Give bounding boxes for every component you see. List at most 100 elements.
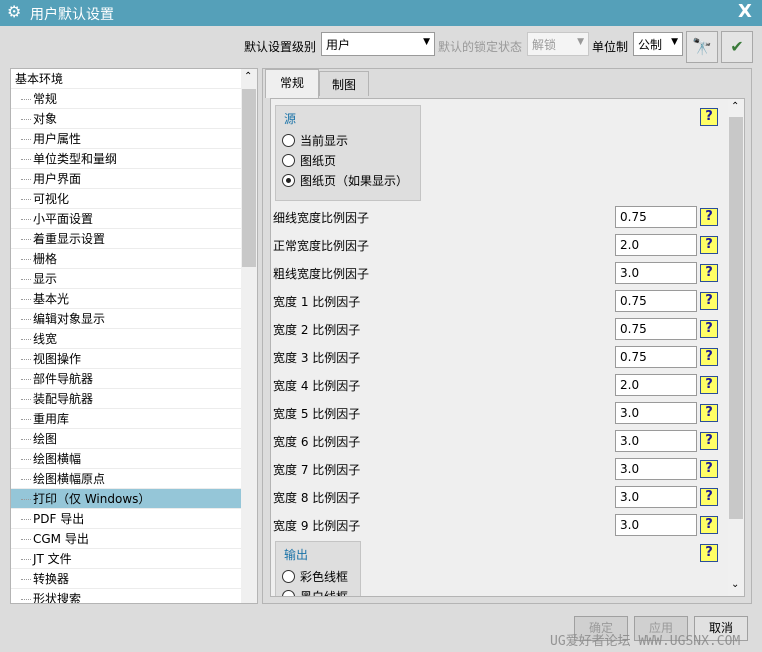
field-input[interactable]: 0.75	[615, 346, 697, 368]
setting-row: 宽度 9 比例因子 3.0	[273, 514, 723, 536]
scroll-down-icon[interactable]: ⌄	[731, 579, 739, 590]
tree-item[interactable]: 重用库	[11, 409, 241, 429]
help-icon[interactable]: ?	[700, 488, 718, 506]
radio-icon	[282, 174, 295, 187]
title-bar: ⚙ 用户默认设置 X	[0, 0, 762, 26]
help-icon[interactable]: ?	[700, 236, 718, 254]
tree-item[interactable]: 转换器	[11, 569, 241, 589]
field-input[interactable]: 3.0	[615, 430, 697, 452]
tree-item[interactable]: 绘图横幅原点	[11, 469, 241, 489]
window-title: 用户默认设置	[30, 7, 114, 23]
help-icon[interactable]: ?	[700, 460, 718, 478]
help-icon[interactable]: ?	[700, 348, 718, 366]
chevron-down-icon: ▼	[577, 37, 584, 47]
field-input[interactable]: 3.0	[615, 458, 697, 480]
field-input[interactable]: 0.75	[615, 206, 697, 228]
help-icon[interactable]: ?	[700, 108, 718, 126]
tree-item[interactable]: 着重显示设置	[11, 229, 241, 249]
field-input[interactable]: 3.0	[615, 486, 697, 508]
tree-item[interactable]: 用户属性	[11, 129, 241, 149]
tree-item[interactable]: 装配导航器	[11, 389, 241, 409]
tree-item[interactable]: 形状搜索	[11, 589, 241, 603]
category-tree: 基本环境 常规 对象 用户属性 单位类型和量纲 用户界面 可视化 小平面设置 着重显示设置 栅格显…	[10, 68, 258, 604]
field-input[interactable]: 3.0	[615, 514, 697, 536]
radio-label: 黑白线框	[300, 590, 349, 597]
unit-dropdown[interactable]: 公制 ▼	[633, 32, 683, 56]
field-input[interactable]: 3.0	[615, 262, 697, 284]
output-group: 输出 彩色线框 黑白线框	[275, 541, 361, 597]
lock-dropdown[interactable]: 解锁 ▼	[527, 32, 589, 56]
help-icon[interactable]: ?	[700, 404, 718, 422]
field-label: 宽度 4 比例因子	[273, 379, 361, 393]
tree-item[interactable]: 栅格	[11, 249, 241, 269]
field-label: 宽度 3 比例因子	[273, 351, 361, 365]
source-radio[interactable]: 图纸页（如果显示）	[282, 172, 408, 189]
scroll-up-icon[interactable]: ⌃	[731, 101, 739, 112]
source-radio[interactable]: 图纸页	[282, 152, 336, 169]
help-icon[interactable]: ?	[700, 292, 718, 310]
tree-item[interactable]: 常规	[11, 89, 241, 109]
tree-item[interactable]: 视图操作	[11, 349, 241, 369]
field-label: 粗线宽度比例因子	[273, 267, 370, 281]
tree-item[interactable]: 部件导航器	[11, 369, 241, 389]
field-input[interactable]: 0.75	[615, 290, 697, 312]
content-scrollbar[interactable]: ⌃ ⌄	[728, 99, 744, 596]
tab-general[interactable]: 常规	[265, 69, 319, 98]
radio-label: 图纸页（如果显示）	[300, 174, 409, 188]
tree-item-root[interactable]: 基本环境	[11, 69, 241, 89]
field-input[interactable]: 0.75	[615, 318, 697, 340]
setting-row: 宽度 7 比例因子 3.0	[273, 458, 723, 480]
help-icon[interactable]: ?	[700, 320, 718, 338]
field-label: 宽度 7 比例因子	[273, 463, 361, 477]
output-radio[interactable]: 黑白线框	[282, 588, 349, 597]
eye-check-icon: ✔	[730, 37, 744, 56]
tree-item[interactable]: PDF 导出	[11, 509, 241, 529]
scroll-thumb[interactable]	[729, 117, 743, 519]
tree-item[interactable]: 显示	[11, 269, 241, 289]
tree-item[interactable]: 单位类型和量纲	[11, 149, 241, 169]
tree-item[interactable]: 可视化	[11, 189, 241, 209]
setting-row: 宽度 4 比例因子 2.0	[273, 374, 723, 396]
tree-item[interactable]: 编辑对象显示	[11, 309, 241, 329]
tree-item[interactable]: 用户界面	[11, 169, 241, 189]
visibility-button[interactable]: ✔	[721, 31, 753, 63]
close-button[interactable]: X	[738, 1, 752, 22]
tab-drafting[interactable]: 制图	[319, 71, 369, 96]
tree-item[interactable]: JT 文件	[11, 549, 241, 569]
binoculars-icon: 🔭	[692, 37, 712, 56]
field-input[interactable]: 3.0	[615, 402, 697, 424]
help-icon[interactable]: ?	[700, 516, 718, 534]
watermark: UG爱好者论坛 WWW.UGSNX.COM	[550, 634, 741, 649]
setting-row: 宽度 5 比例因子 3.0	[273, 402, 723, 424]
tree-scrollbar[interactable]: ⌃	[241, 69, 257, 603]
tree-item[interactable]: 绘图横幅	[11, 449, 241, 469]
source-radio[interactable]: 当前显示	[282, 132, 348, 149]
level-dropdown[interactable]: 用户 ▼	[321, 32, 435, 56]
radio-label: 当前显示	[300, 134, 349, 148]
field-input[interactable]: 2.0	[615, 234, 697, 256]
field-label: 宽度 2 比例因子	[273, 323, 361, 337]
output-radio[interactable]: 彩色线框	[282, 568, 348, 585]
help-icon[interactable]: ?	[700, 376, 718, 394]
lock-label: 默认的锁定状态	[438, 40, 523, 54]
field-input[interactable]: 2.0	[615, 374, 697, 396]
help-icon[interactable]: ?	[700, 264, 718, 282]
tree-item[interactable]: CGM 导出	[11, 529, 241, 549]
unit-value: 公制	[638, 38, 663, 52]
tree-item[interactable]: 打印（仅 Windows）	[11, 489, 241, 509]
tree-item[interactable]: 绘图	[11, 429, 241, 449]
find-button[interactable]: 🔭	[686, 31, 718, 63]
help-icon[interactable]: ?	[700, 208, 718, 226]
scroll-up-icon[interactable]: ⌃	[244, 71, 252, 82]
radio-icon	[282, 590, 295, 596]
scroll-thumb[interactable]	[242, 89, 256, 267]
tree-item[interactable]: 线宽	[11, 329, 241, 349]
field-label: 宽度 5 比例因子	[273, 407, 361, 421]
tree-item[interactable]: 小平面设置	[11, 209, 241, 229]
tree-item[interactable]: 对象	[11, 109, 241, 129]
gear-icon: ⚙	[7, 2, 22, 21]
setting-row: 宽度 6 比例因子 3.0	[273, 430, 723, 452]
tree-item[interactable]: 基本光	[11, 289, 241, 309]
help-icon[interactable]: ?	[700, 432, 718, 450]
help-icon[interactable]: ?	[700, 544, 718, 562]
